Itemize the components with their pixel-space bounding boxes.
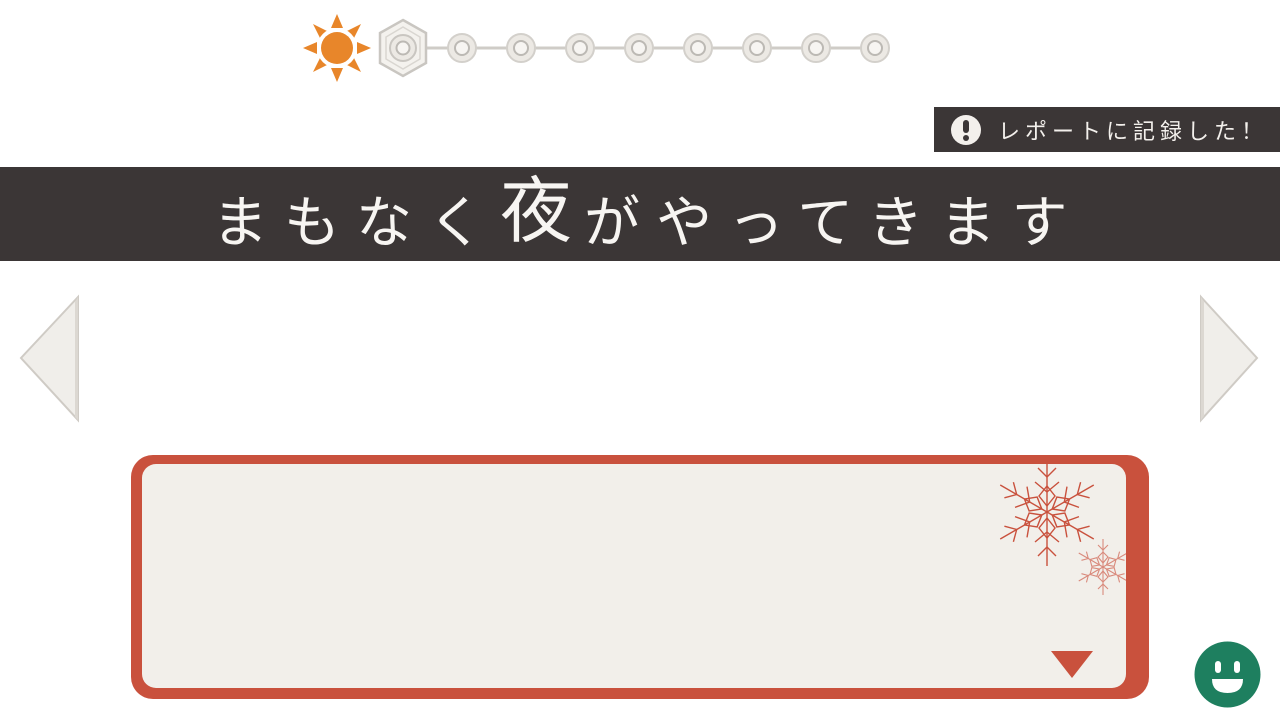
announcement-banner: まもなく夜がやってきます bbox=[0, 167, 1280, 261]
time-node bbox=[624, 33, 654, 63]
banner-message: まもなく夜がやってきます bbox=[212, 175, 1084, 260]
next-page-button[interactable] bbox=[1198, 294, 1260, 424]
moon-icon bbox=[894, 18, 937, 79]
smiley-face-icon bbox=[1194, 641, 1261, 708]
report-notice-text: レポートに記録した！ bbox=[998, 119, 1269, 145]
advance-triangle-icon[interactable] bbox=[1050, 650, 1094, 680]
previous-page-button[interactable] bbox=[18, 294, 80, 424]
left-arrow-icon bbox=[19, 294, 79, 423]
time-progress-track bbox=[298, 10, 948, 90]
time-node bbox=[860, 33, 890, 63]
sun-icon bbox=[303, 14, 371, 82]
time-node bbox=[447, 33, 477, 63]
banner-text-emphasis: 夜 bbox=[500, 169, 585, 253]
menu-face-button[interactable] bbox=[1194, 641, 1261, 708]
game-screen: レポートに記録した！ まもなく夜がやってきます bbox=[0, 0, 1280, 720]
report-notice: レポートに記録した！ bbox=[934, 107, 1280, 152]
time-node bbox=[683, 33, 713, 63]
banner-text-before: まもなく bbox=[212, 191, 500, 256]
dialogue-box[interactable] bbox=[131, 455, 1149, 699]
exclamation-icon bbox=[951, 114, 981, 145]
time-node bbox=[742, 33, 772, 63]
time-node bbox=[565, 33, 595, 63]
snowflake-small-icon bbox=[1078, 539, 1126, 595]
time-node-current bbox=[378, 18, 428, 78]
right-arrow-icon bbox=[1200, 294, 1259, 423]
time-node bbox=[506, 33, 536, 63]
banner-text-after: がやってきます bbox=[584, 191, 1084, 256]
dialogue-panel bbox=[142, 464, 1126, 688]
time-node bbox=[801, 33, 831, 63]
